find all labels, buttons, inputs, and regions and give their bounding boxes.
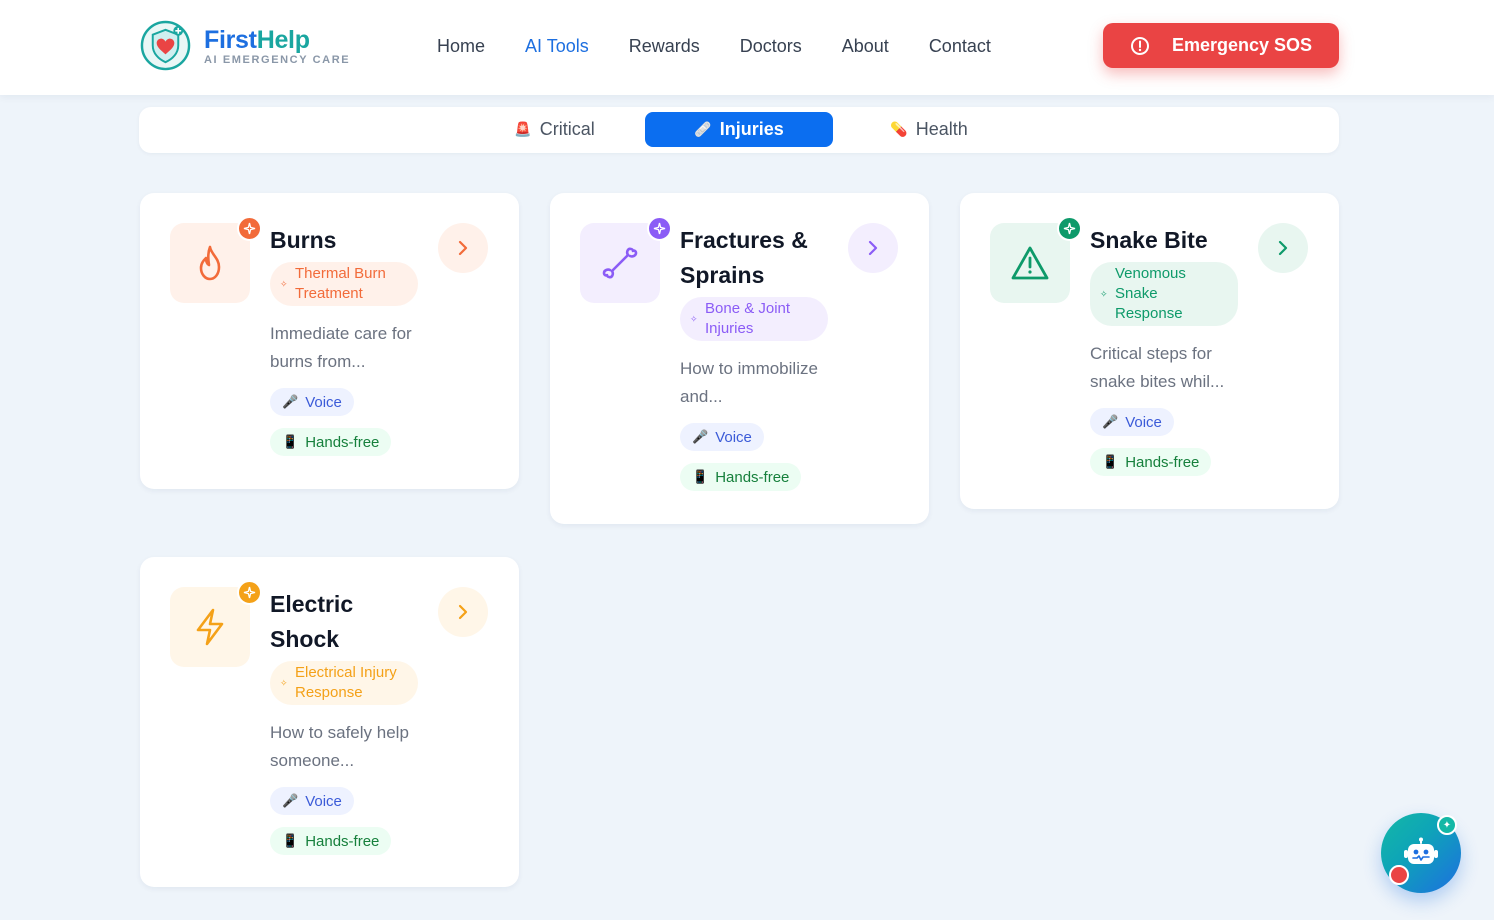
category-tabs: 🚨 Critical 🩹 Injuries 💊 Health [139,107,1339,153]
sos-label: Emergency SOS [1171,35,1313,55]
shield-heart-icon [140,20,191,71]
warning-triangle-icon [1011,246,1049,280]
tab-label: Health [915,119,968,139]
ai-assistant-button[interactable]: ✦ [1381,813,1461,893]
hands-free-chip[interactable]: 📱 Hands-free [270,428,392,456]
open-card-button[interactable] [1258,223,1308,273]
tab-label: Critical [539,119,595,139]
notification-dot [1389,865,1409,885]
microphone-icon: 🎤 [282,793,299,808]
sparkle-icon [237,580,262,605]
robot-icon [1404,837,1438,864]
phone-icon: 📱 [282,833,299,848]
bolt-icon: ✧ [690,314,698,324]
open-card-button[interactable] [848,223,898,273]
pill-icon: 💊 [890,121,908,137]
voice-chip[interactable]: 🎤 Voice [270,787,354,815]
lightning-icon [196,608,224,646]
nav-contact[interactable]: Contact [929,34,991,58]
card-description: How to safely help someone... [270,723,409,770]
voice-chip[interactable]: 🎤 Voice [1090,408,1174,436]
card-icon-box [990,216,1082,303]
card-burns[interactable]: Burns ✧ Thermal Burn Treatment Immediate… [140,193,519,489]
nav-home[interactable]: Home [437,34,485,58]
open-card-button[interactable] [438,587,488,637]
card-snake-bite[interactable]: Snake Bite ✧ Venomous Snake Response Cri… [960,193,1339,509]
brand-logo[interactable]: FirstHelp AI EMERGENCY CARE [140,20,350,71]
card-title: Burns [270,227,337,253]
chevron-right-icon [1278,240,1288,256]
brand-subtitle: AI EMERGENCY CARE [204,53,351,66]
nav-ai-tools[interactable]: AI Tools [525,34,589,58]
bone-icon [602,247,638,279]
voice-chip[interactable]: 🎤 Voice [680,423,764,451]
nav-about[interactable]: About [842,34,889,58]
main-nav: Home AI Tools Rewards Doctors About Cont… [437,34,1031,58]
hands-free-chip[interactable]: 📱 Hands-free [680,463,802,491]
flame-icon [199,245,221,281]
bolt-icon: ✧ [1100,289,1108,299]
siren-icon: 🚨 [514,121,532,137]
nav-rewards[interactable]: Rewards [629,34,700,58]
card-title: Fractures & Sprains [680,227,808,288]
card-tag: ✧ Bone & Joint Injuries [680,297,828,341]
sparkle-icon: ✦ [1437,815,1457,835]
phone-icon: 📱 [1102,454,1119,469]
card-description: Critical steps for snake bites whil... [1090,344,1225,391]
microphone-icon: 🎤 [692,429,709,444]
card-icon-box [580,216,672,303]
card-tag: ✧ Venomous Snake Response [1090,262,1238,326]
voice-chip[interactable]: 🎤 Voice [270,388,354,416]
chevron-right-icon [868,240,878,256]
alert-circle-icon [1130,36,1149,55]
sparkle-icon [1057,216,1082,241]
sparkle-icon [237,216,262,241]
card-icon-box [170,580,262,667]
card-electric-shock[interactable]: Electric Shock ✧ Electrical Injury Respo… [140,557,519,887]
bolt-icon: ✧ [280,678,288,688]
card-description: Immediate care for burns from... [270,324,412,371]
card-description: How to immobilize and... [680,359,818,406]
hands-free-chip[interactable]: 📱 Hands-free [1090,448,1212,476]
phone-icon: 📱 [282,434,299,449]
brand-title: FirstHelp [204,25,310,54]
card-title: Electric Shock [270,591,354,652]
card-icon-box [170,216,262,303]
top-header: FirstHelp AI EMERGENCY CARE Home AI Tool… [0,0,1494,95]
hands-free-chip[interactable]: 📱 Hands-free [270,827,392,855]
bolt-icon: ✧ [280,279,288,289]
chevron-right-icon [458,240,468,256]
nav-doctors[interactable]: Doctors [740,34,802,58]
tab-critical[interactable]: 🚨 Critical [497,112,612,147]
microphone-icon: 🎤 [282,394,299,409]
tab-injuries[interactable]: 🩹 Injuries [645,112,833,147]
open-card-button[interactable] [438,223,488,273]
chevron-right-icon [458,604,468,620]
card-tag: ✧ Thermal Burn Treatment [270,262,418,306]
microphone-icon: 🎤 [1102,414,1119,429]
card-tag: ✧ Electrical Injury Response [270,661,418,705]
emergency-sos-button[interactable]: Emergency SOS [1103,23,1339,68]
tab-health[interactable]: 💊 Health [874,112,984,147]
card-fractures-sprains[interactable]: Fractures & Sprains ✧ Bone & Joint Injur… [550,193,929,524]
phone-icon: 📱 [692,469,709,484]
bandage-icon: 🩹 [694,121,712,137]
sparkle-icon [647,216,672,241]
tab-label: Injuries [719,119,784,139]
card-title: Snake Bite [1090,227,1208,253]
